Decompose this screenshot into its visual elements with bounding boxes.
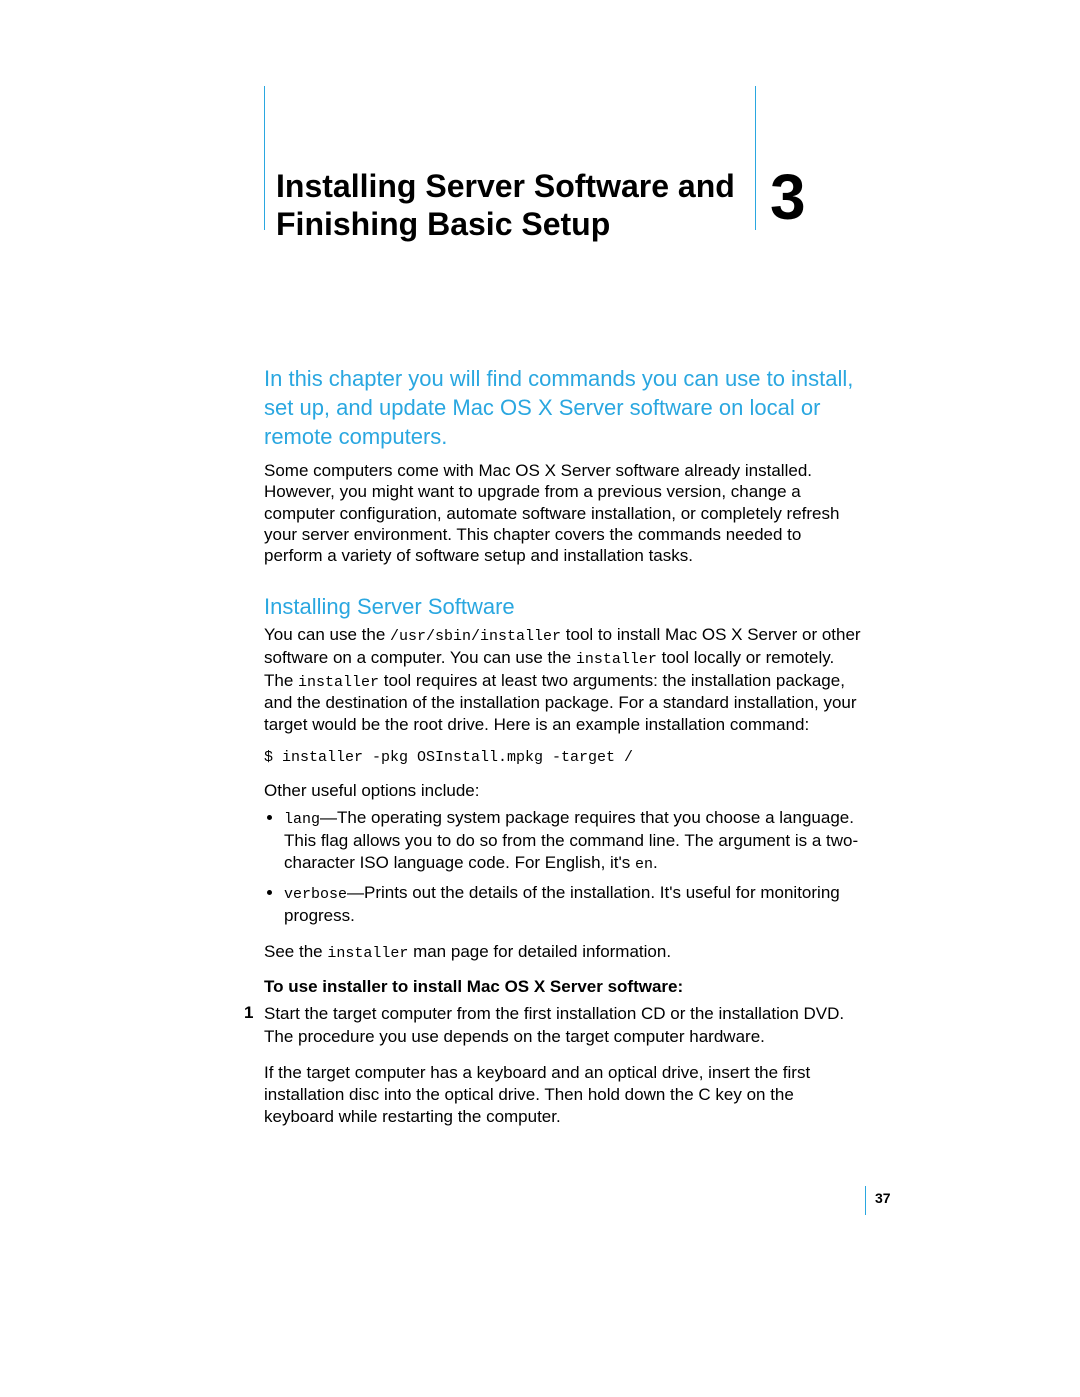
chapter-rule-right: [755, 86, 756, 230]
page-number: 37: [875, 1190, 891, 1206]
options-list: lang—The operating system package requir…: [264, 807, 864, 927]
step-1: 1 Start the target computer from the fir…: [264, 1003, 864, 1127]
options-lead: Other useful options include:: [264, 780, 864, 801]
section-heading-installing: Installing Server Software: [264, 594, 864, 620]
example-command: $ installer -pkg OSInstall.mpkg -target …: [264, 749, 864, 766]
chapter-title: Installing Server Software and Finishing…: [276, 168, 736, 244]
code-installer-man: installer: [327, 945, 408, 962]
overview-paragraph: Some computers come with Mac OS X Server…: [264, 460, 864, 566]
text: See the: [264, 942, 327, 961]
code-verbose: verbose: [284, 886, 347, 903]
text: —The operating system package requires t…: [284, 808, 858, 872]
installer-tool-paragraph: You can use the /usr/sbin/installer tool…: [264, 624, 864, 735]
text: —Prints out the details of the installat…: [284, 883, 840, 925]
code-installer-2: installer: [298, 674, 379, 691]
text: .: [653, 853, 658, 872]
option-lang: lang—The operating system package requir…: [284, 807, 864, 874]
step-1b-text: If the target computer has a keyboard an…: [264, 1062, 864, 1128]
see-manpage-paragraph: See the installer man page for detailed …: [264, 941, 864, 964]
page-number-rule: [865, 1186, 866, 1215]
chapter-intro: In this chapter you will find commands y…: [264, 364, 864, 451]
document-page: Installing Server Software and Finishing…: [0, 0, 1080, 1397]
chapter-rule-left: [264, 86, 265, 230]
step-number-1: 1: [244, 1003, 253, 1023]
code-installer-path: /usr/sbin/installer: [390, 628, 561, 645]
code-en: en: [635, 856, 653, 873]
howto-heading: To use installer to install Mac OS X Ser…: [264, 977, 864, 997]
code-lang: lang: [284, 811, 320, 828]
option-verbose: verbose—Prints out the details of the in…: [284, 882, 864, 927]
chapter-number: 3: [770, 160, 806, 234]
text: man page for detailed information.: [408, 942, 671, 961]
text: You can use the: [264, 625, 390, 644]
step-1-text: Start the target computer from the first…: [264, 1003, 864, 1047]
code-installer: installer: [576, 651, 657, 668]
